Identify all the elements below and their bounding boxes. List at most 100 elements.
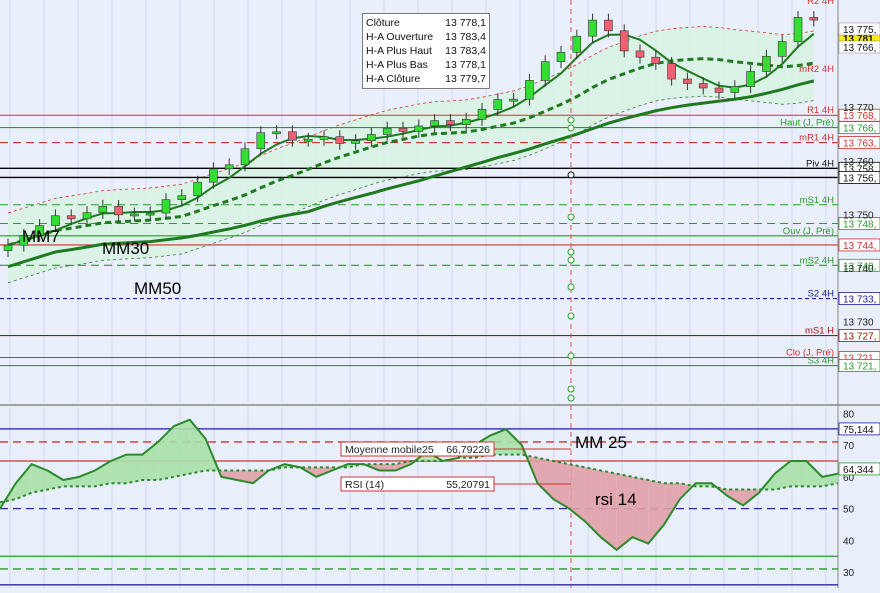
- level-badge-text: 13 756,: [843, 173, 876, 184]
- candle-body: [51, 215, 60, 226]
- y-tick-label: 13 740: [843, 264, 874, 275]
- tooltip-label: H-A Ouverture: [366, 31, 434, 43]
- tooltip-row: Clôture 13 778,1: [366, 16, 486, 30]
- cursor-dot: [567, 171, 575, 179]
- level-badge-text: 13 766,: [843, 124, 876, 135]
- rsi-tick-label: 70: [843, 441, 855, 452]
- level-badge-text: 13 733,: [843, 295, 876, 306]
- rsi-tick-label: 30: [843, 568, 855, 579]
- candle-body: [525, 80, 534, 100]
- candle-body: [651, 56, 661, 64]
- ohlc-tooltip: Clôture 13 778,1 H-A Ouverture 13 783,4 H-…: [362, 13, 490, 89]
- mm30-annotation: MM30: [102, 239, 149, 258]
- candle-body: [509, 98, 518, 102]
- level-badge-text: 13 727,: [843, 332, 876, 343]
- cursor-dot: [567, 256, 575, 264]
- candle-body: [461, 118, 471, 125]
- cursor-dot: [567, 312, 575, 320]
- candle-body: [224, 164, 234, 170]
- candle-body: [272, 131, 281, 135]
- chart-stage: R1 4H 13 768, Haut (J, Pré) 13 766, mR1 4H 13…: [0, 0, 880, 588]
- level-badge-text: 13 721,: [843, 362, 876, 373]
- pivot-level-label: S2 4H: [808, 289, 835, 300]
- mm25-annotation: MM 25: [575, 433, 627, 452]
- candle-body: [256, 132, 266, 150]
- candle-body: [714, 87, 724, 93]
- price-badge-text: 13 775,: [843, 25, 876, 36]
- cursor-dot: [567, 213, 575, 221]
- candle-body: [114, 206, 123, 216]
- rsi14-annotation: rsi 14: [595, 490, 637, 509]
- pivot-level-label: Ouv (J, Pré): [783, 226, 834, 237]
- pivot-level-label: mS1 4H: [800, 195, 834, 206]
- tooltip-value: 13 778,1: [445, 17, 486, 29]
- candle-body: [572, 35, 582, 53]
- rsi-fill-segment: [632, 476, 649, 544]
- cursor-dot: [567, 283, 575, 291]
- pivot-level-label: mS1 H: [805, 326, 834, 337]
- ma25-value: 66,79226: [446, 444, 490, 456]
- pivot-level-label: mR1 4H: [799, 133, 834, 144]
- tooltip-value: 13 783,4: [445, 31, 486, 43]
- candle-body: [446, 120, 455, 125]
- candle-body: [240, 148, 250, 166]
- candle-body: [619, 30, 629, 52]
- candle-body: [319, 136, 329, 140]
- candle-body: [635, 50, 645, 58]
- pivot-level-label: mS2 4H: [800, 255, 834, 266]
- ma25-value-label: Moyenne mobile25: [345, 444, 434, 456]
- price-badge-text: 13 766,: [843, 43, 876, 54]
- candle-body: [683, 78, 692, 84]
- rsi-tick-label: 80: [843, 409, 855, 420]
- candle-body: [762, 55, 771, 72]
- mm7-annotation: MM7: [22, 227, 60, 246]
- candle-body: [588, 19, 597, 37]
- candle-body: [777, 41, 787, 57]
- candle-body: [335, 136, 345, 144]
- candle-body: [382, 127, 392, 135]
- candle-body: [130, 213, 139, 217]
- candle-body: [414, 125, 424, 132]
- pivot-level-label: mR2 4H: [799, 64, 834, 75]
- rsi-fill-segment: [790, 460, 807, 487]
- candle-body: [177, 195, 187, 200]
- candle-body: [540, 61, 550, 81]
- candle-body: [303, 139, 313, 142]
- candle-body: [604, 19, 613, 32]
- pivot-level-label: R1 4H: [807, 105, 834, 116]
- y-tick-label: 13 730: [843, 318, 874, 329]
- candle-body: [809, 17, 819, 21]
- candle-body: [730, 86, 740, 93]
- candle-body: [556, 51, 566, 62]
- tooltip-label: H-A Plus Haut: [366, 45, 432, 57]
- candle-body: [3, 244, 13, 251]
- candle-body: [667, 63, 676, 80]
- candle-body: [98, 206, 108, 213]
- rsi-tick-label: 40: [843, 536, 855, 547]
- tooltip-row: H-A Ouverture 13 783,4: [366, 30, 486, 44]
- pivot-level-label: R2 4H: [807, 0, 834, 7]
- tooltip-value: 13 783,4: [445, 45, 486, 57]
- candle-body: [82, 212, 92, 220]
- level-badge-text: 13 763,: [843, 139, 876, 150]
- y-tick-label: 13 760: [843, 157, 874, 168]
- candle-body: [698, 83, 708, 89]
- candle-body: [66, 215, 76, 220]
- candle-body: [493, 99, 503, 110]
- candle-body: [477, 109, 487, 120]
- pivot-level-label: Piv 4H: [806, 158, 834, 169]
- tooltip-label: H-A Clôture: [366, 73, 421, 85]
- level-badge-text: 13 744,: [843, 241, 876, 252]
- rsi-value: 55,20791: [446, 479, 490, 491]
- candle-body: [398, 127, 408, 132]
- candle-body: [145, 212, 155, 216]
- tooltip-row: H-A Plus Haut 13 783,4: [366, 44, 486, 58]
- candle-body: [367, 134, 376, 142]
- y-tick-label: 13 770: [843, 103, 874, 114]
- rsi-fill-segment: [126, 454, 143, 484]
- tooltip-value: 13 779,7: [445, 73, 486, 85]
- cursor-dot: [567, 385, 575, 393]
- candle-body: [746, 71, 755, 87]
- cursor-dot: [567, 116, 575, 124]
- tooltip-row: H-A Plus Bas 13 778,1: [366, 58, 486, 72]
